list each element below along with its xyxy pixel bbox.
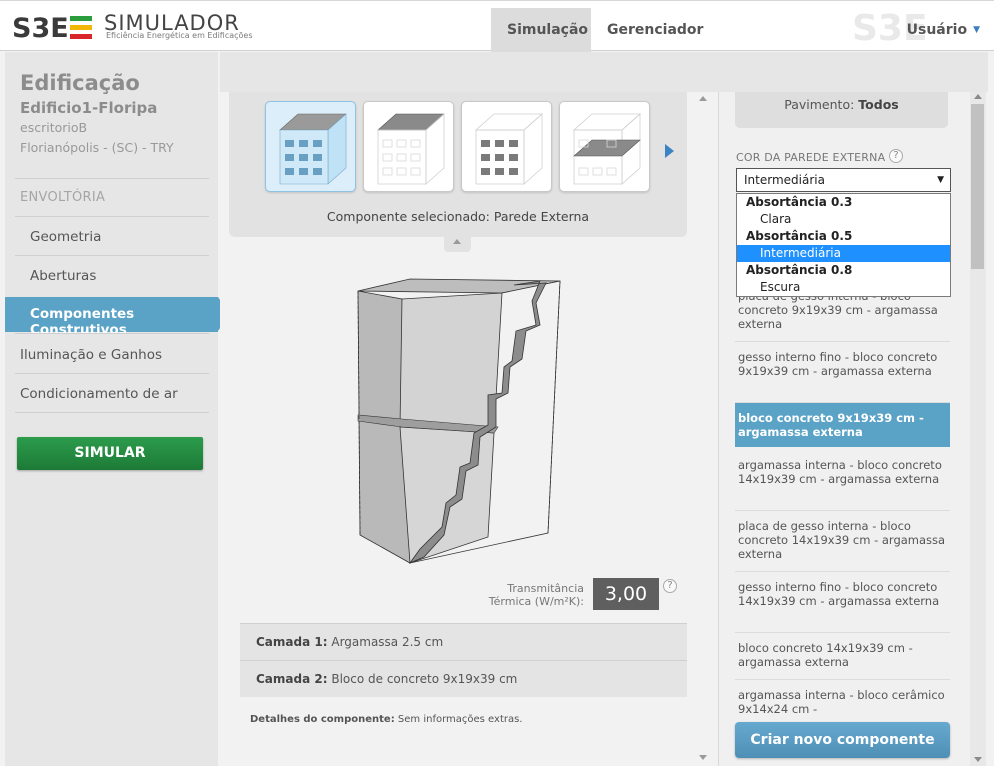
user-menu-label: Usuário	[906, 22, 968, 38]
sidebar: Edificação Edificio1-Floripa escritorioB…	[5, 52, 230, 766]
list-item-selected[interactable]: bloco concreto 9x19x39 cm - argamassa ex…	[735, 403, 950, 447]
list-item[interactable]: argamassa interna - bloco concreto 14x19…	[735, 458, 950, 486]
scrollbar-thumb[interactable]	[971, 104, 984, 269]
layer-list: Camada 1: Argamassa 2.5 cm Camada 2: Blo…	[240, 623, 687, 697]
list-item[interactable]: gesso interno fino - bloco concreto 14x1…	[735, 580, 950, 608]
help-icon[interactable]: ?	[663, 579, 677, 593]
simulate-button[interactable]: SIMULAR	[17, 437, 203, 470]
tab-simulacao[interactable]: Simulação	[491, 8, 591, 52]
wall-color-dropdown: Absortância 0.3 Clara Absortância 0.5 In…	[736, 193, 951, 297]
roof-icon	[377, 113, 445, 185]
chevron-down-icon: ▼	[937, 175, 944, 185]
sidebar-divider	[15, 216, 209, 217]
list-divider	[735, 510, 950, 511]
layer-row: Camada 1: Argamassa 2.5 cm	[240, 623, 687, 660]
dropdown-group-label: Absortância 0.3	[746, 195, 853, 209]
component-editor: Componente selecionado: Parede Externa T…	[220, 92, 712, 766]
top-bar: S3E SIMULADOR Eficiência Energética em E…	[0, 0, 994, 52]
right-scrollbar[interactable]	[970, 92, 986, 766]
scroll-up-icon[interactable]	[699, 96, 707, 101]
wall-color-select-value: Intermediária	[744, 173, 825, 187]
wall-color-select[interactable]: Intermediária ▼	[736, 168, 951, 192]
list-item[interactable]: argamassa interna - bloco cerâmico 9x14x…	[735, 688, 950, 716]
component-details: Detalhes do componente: Sem informações …	[250, 714, 523, 725]
transmittance-label-line2: Térmica (W/m²K):	[488, 595, 584, 608]
sidebar-item-condicionamento[interactable]: Condicionamento de ar	[20, 386, 178, 402]
chevron-up-icon	[453, 239, 461, 244]
building-name: Edificio1-Floripa	[20, 99, 158, 117]
scroll-down-icon[interactable]	[974, 757, 982, 762]
sidebar-divider	[15, 255, 209, 256]
internal-wall-icon	[474, 113, 544, 185]
app-window: S3E SIMULADOR Eficiência Energética em E…	[0, 0, 994, 766]
list-divider	[735, 571, 950, 572]
list-item[interactable]: bloco concreto 14x19x39 cm - argamassa e…	[735, 641, 950, 669]
dropdown-group-label: Absortância 0.8	[746, 263, 853, 277]
sidebar-item-componentes-construtivos[interactable]: Componentes Construtivos	[5, 297, 230, 338]
list-item[interactable]: gesso interno fino - bloco concreto 9x19…	[735, 350, 950, 378]
thumbnail-external-wall[interactable]	[265, 101, 356, 192]
center-scrollbar[interactable]	[696, 92, 710, 766]
layer-value: Argamassa 2.5 cm	[331, 635, 444, 649]
tab-gerenciador[interactable]: Gerenciador	[591, 8, 719, 52]
chevron-right-icon[interactable]	[665, 144, 674, 158]
main-header-strip	[220, 52, 988, 92]
building-type: escritorioB	[20, 120, 88, 135]
dropdown-group-label: Absortância 0.5	[746, 229, 853, 243]
sidebar-section-envoltoria: ENVOLTÓRIA	[20, 190, 106, 205]
svg-text:S3E: S3E	[12, 13, 69, 41]
layer-prefix: Camada 2:	[256, 672, 328, 686]
dropdown-option-escura[interactable]: Escura	[737, 279, 950, 296]
sidebar-divider	[15, 178, 209, 179]
building-location: Florianópolis - (SC) - TRY	[20, 140, 174, 155]
dropdown-option-clara[interactable]: Clara	[737, 211, 950, 228]
user-menu[interactable]: Usuário ▼	[907, 8, 980, 52]
thumbnail-floor[interactable]	[559, 101, 650, 192]
list-item[interactable]: placa de gesso interna - bloco concreto …	[735, 519, 950, 561]
floor-icon	[572, 113, 642, 185]
pavimento-value: Todos	[858, 97, 899, 112]
layer-value: Bloco de concreto 9x19x39 cm	[331, 672, 518, 686]
sidebar-item-geometria[interactable]: Geometria	[30, 229, 101, 245]
scroll-down-icon[interactable]	[699, 755, 707, 760]
layer-prefix: Camada 1:	[256, 635, 328, 649]
details-prefix: Detalhes do componente:	[250, 714, 395, 725]
sidebar-divider	[15, 373, 209, 374]
details-value: Sem informações extras.	[397, 714, 523, 725]
selected-component-label: Componente selecionado: Parede Externa	[229, 209, 687, 224]
help-icon[interactable]: ?	[889, 149, 903, 163]
selected-component-value: Parede Externa	[493, 209, 590, 224]
scroll-up-icon[interactable]	[974, 94, 982, 99]
sidebar-divider	[15, 412, 209, 413]
list-divider	[735, 341, 950, 342]
layer-row: Camada 2: Bloco de concreto 9x19x39 cm	[240, 660, 687, 697]
component-library-panel: Pavimento: Todos COR DA PAREDE EXTERNA ?…	[718, 92, 970, 766]
sidebar-title: Edificação	[20, 71, 140, 95]
chevron-down-icon: ▼	[973, 25, 980, 35]
s3e-logo[interactable]: S3E	[12, 13, 94, 41]
collapse-toggle[interactable]	[444, 237, 471, 252]
dropdown-option-intermediaria[interactable]: Intermediária	[737, 245, 950, 262]
create-component-button[interactable]: Criar novo componente	[735, 722, 950, 758]
thumbnail-roof[interactable]	[363, 101, 454, 192]
list-divider	[735, 679, 950, 680]
list-divider	[735, 632, 950, 633]
pavimento-selector[interactable]: Pavimento: Todos	[735, 92, 948, 128]
sidebar-item-iluminacao[interactable]: Iluminação e Ganhos	[20, 347, 162, 363]
selected-component-prefix: Componente selecionado:	[326, 209, 490, 224]
wall-color-label: COR DA PAREDE EXTERNA	[736, 151, 886, 164]
wall-3d-illustration	[357, 278, 561, 564]
logo-subtitle: Eficiência Energética em Edificações	[106, 31, 253, 40]
pavimento-prefix: Pavimento:	[784, 97, 855, 112]
sidebar-divider	[15, 333, 209, 334]
transmittance-label: Transmitância Térmica (W/m²K):	[478, 582, 584, 608]
thumbnail-internal-wall[interactable]	[461, 101, 552, 192]
component-selector: Componente selecionado: Parede Externa	[229, 92, 687, 237]
sidebar-item-aberturas[interactable]: Aberturas	[30, 268, 96, 284]
external-wall-icon	[279, 113, 347, 185]
transmittance-label-line1: Transmitância	[507, 582, 584, 595]
transmittance-value: 3,00	[593, 578, 659, 610]
